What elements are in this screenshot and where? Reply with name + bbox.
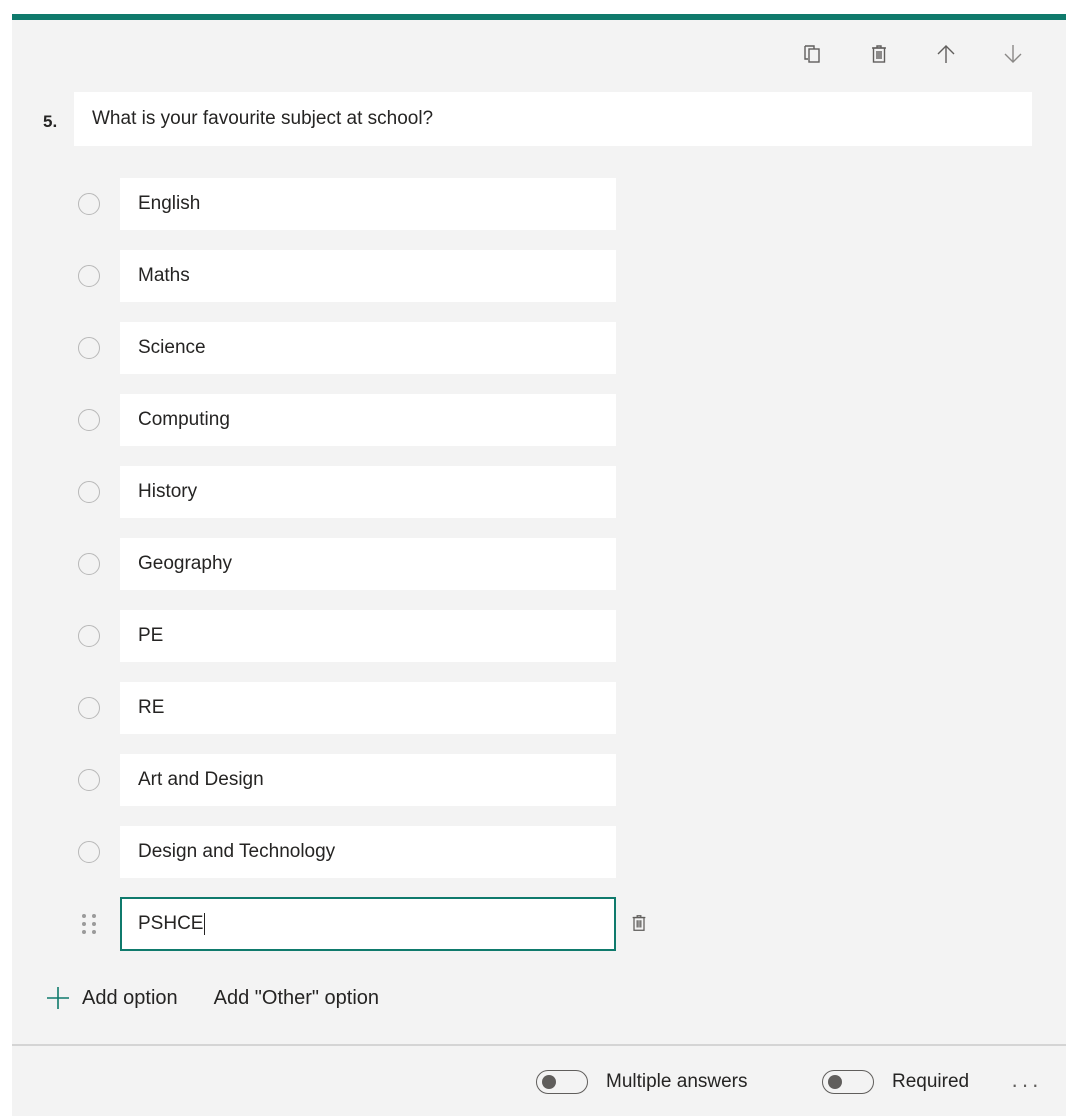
question-card: 5. What is your favourite subject at sch… (12, 14, 1066, 1116)
multiple-answers-label: Multiple answers (606, 1071, 748, 1092)
radio-button[interactable] (78, 481, 100, 503)
plus-icon (47, 987, 69, 1009)
question-title-field[interactable]: What is your favourite subject at school… (74, 92, 1032, 146)
question-footer: Multiple answers Required ··· (12, 1070, 1066, 1106)
option-label: History (138, 481, 198, 502)
arrow-up-icon (937, 45, 954, 63)
option-field[interactable]: Maths (120, 250, 616, 302)
add-options-row: Add option Add "Other" option (46, 986, 379, 1010)
option-field[interactable]: RE (120, 682, 616, 734)
option-label: Maths (138, 265, 190, 286)
radio-button[interactable] (78, 553, 100, 575)
option-row: Art and Design (12, 754, 712, 808)
option-field[interactable]: Design and Technology (120, 826, 616, 878)
multiple-answers-toggle-group: Multiple answers (536, 1070, 748, 1094)
option-row: English (12, 178, 712, 232)
delete-question-button[interactable] (845, 36, 912, 72)
radio-button[interactable] (78, 841, 100, 863)
multiple-answers-toggle[interactable] (536, 1070, 588, 1094)
option-label: Design and Technology (138, 841, 336, 862)
radio-button[interactable] (78, 193, 100, 215)
option-label: Art and Design (138, 769, 264, 790)
option-field[interactable]: Science (120, 322, 616, 374)
toggle-knob (542, 1075, 556, 1089)
option-row: Science (12, 322, 712, 376)
option-field[interactable]: Art and Design (120, 754, 616, 806)
option-field[interactable]: Computing (120, 394, 616, 446)
move-up-button[interactable] (912, 36, 979, 72)
option-label: Geography (138, 553, 233, 574)
required-toggle[interactable] (822, 1070, 874, 1094)
add-other-option-button[interactable]: Add "Other" option (214, 987, 379, 1010)
footer-divider (12, 1044, 1066, 1046)
option-field[interactable]: History (120, 466, 616, 518)
move-down-button[interactable] (979, 36, 1046, 72)
option-label: Science (138, 337, 206, 358)
option-field[interactable]: Geography (120, 538, 616, 590)
option-row: Computing (12, 394, 712, 448)
option-row-active: PSHCE (12, 897, 712, 952)
option-field[interactable]: English (120, 178, 616, 230)
delete-option-button[interactable] (628, 910, 650, 936)
option-row: Geography (12, 538, 712, 592)
arrow-down-icon (1004, 45, 1021, 63)
option-label: English (138, 193, 201, 214)
trash-icon (632, 915, 646, 931)
question-number: 5. (43, 112, 58, 131)
required-toggle-group: Required (822, 1070, 969, 1094)
option-label: RE (138, 697, 165, 718)
radio-button[interactable] (78, 625, 100, 647)
option-label: PE (138, 625, 164, 646)
radio-button[interactable] (78, 265, 100, 287)
option-row: RE (12, 682, 712, 736)
add-option-label: Add option (82, 986, 178, 1009)
radio-button[interactable] (78, 697, 100, 719)
radio-button[interactable] (78, 409, 100, 431)
option-row: Maths (12, 250, 712, 304)
toggle-knob (828, 1075, 842, 1089)
option-label: Computing (138, 409, 230, 430)
active-option-input[interactable]: PSHCE (120, 897, 616, 951)
copy-question-button[interactable] (778, 36, 845, 72)
option-row: PE (12, 610, 712, 664)
question-toolbar (778, 36, 1046, 72)
copy-icon (803, 45, 820, 63)
option-row: History (12, 466, 712, 520)
radio-button[interactable] (78, 337, 100, 359)
option-field[interactable]: PE (120, 610, 616, 662)
more-options-button[interactable]: ··· (1011, 1072, 1042, 1098)
add-option-button[interactable]: Add option (46, 986, 178, 1010)
active-option-text: PSHCE (138, 913, 204, 934)
radio-button[interactable] (78, 769, 100, 791)
option-row: Design and Technology (12, 826, 712, 880)
question-title-text: What is your favourite subject at school… (92, 108, 434, 129)
trash-icon (871, 45, 886, 63)
text-caret (204, 913, 206, 935)
drag-handle-icon[interactable] (82, 914, 96, 936)
required-label: Required (892, 1071, 970, 1092)
